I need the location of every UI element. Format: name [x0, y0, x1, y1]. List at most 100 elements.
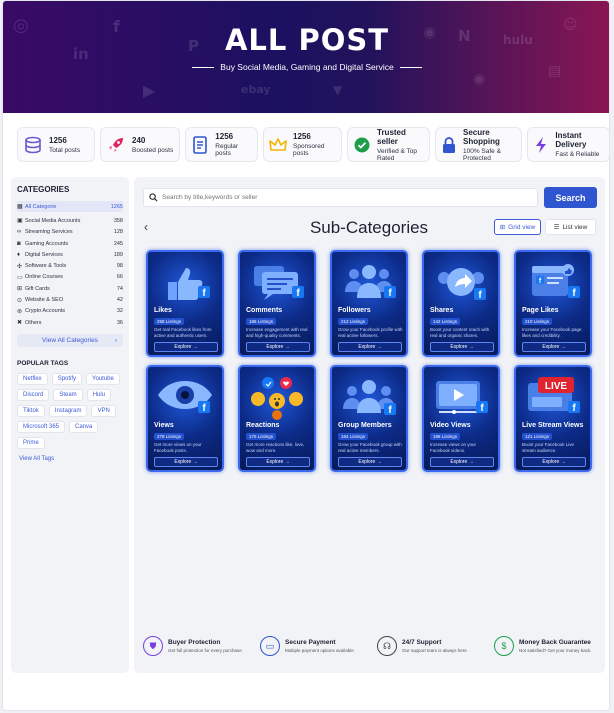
- reactions-icon: [251, 377, 303, 420]
- stat-sponsored-posts: 1256 Sponsored posts: [263, 127, 342, 162]
- users-icon: ▣: [17, 218, 23, 225]
- gamepad-icon: ◙: [17, 240, 21, 247]
- view-all-categories-button[interactable]: View All Categories ›: [17, 334, 123, 348]
- tag-microsoft-365[interactable]: Microsoft 365: [17, 421, 66, 434]
- category-item-software[interactable]: ✣ Software & Tools 98: [17, 260, 123, 271]
- feature-desc: Not satisfied? Get your money back.: [519, 648, 592, 653]
- category-count: 358: [113, 217, 123, 224]
- explore-button[interactable]: Explore →: [246, 342, 310, 352]
- ebay-bg-icon: ebay: [241, 83, 271, 96]
- page-frame: ◎ in f ▶ P ebay ◉ N hulu ☺ ▤ ◉ ▼ ALL POS…: [2, 0, 610, 711]
- tag-discord[interactable]: Discord: [17, 389, 50, 402]
- explore-button[interactable]: Explore →: [522, 342, 586, 352]
- sidebar: CATEGORIES ▦ All Categorie 1265 ▣ Social Me…: [11, 177, 129, 673]
- tag-netflex[interactable]: Netflex: [17, 373, 48, 386]
- view-all-label: View All Categories: [42, 337, 98, 345]
- explore-button[interactable]: Explore →: [430, 457, 494, 467]
- card-description: Boost your Facebook Live stream audience…: [522, 442, 575, 453]
- category-item-courses[interactable]: ▭ Online Courses 66: [17, 272, 123, 283]
- crown-icon: [269, 135, 287, 155]
- category-count: 32: [116, 308, 123, 315]
- subcategory-card-reactions[interactable]: Reactions 175 Listings Get more reaction…: [238, 365, 316, 472]
- category-item-gaming[interactable]: ◙ Gaming Accounts 245: [17, 238, 123, 249]
- tag-tiktok[interactable]: Tiktok: [17, 405, 45, 418]
- list-view-icon: ☰: [553, 224, 560, 231]
- search-button[interactable]: Search: [544, 187, 597, 208]
- coin-icon: ⊚: [17, 308, 23, 315]
- subcategory-card-live-stream-views[interactable]: LIVE f Live Stream Views 121 Listings Boo…: [514, 365, 592, 472]
- stat-regular-posts: 1256 Regular posts: [185, 127, 258, 162]
- category-item-all[interactable]: ▦ All Categorie 1265: [17, 201, 123, 213]
- search-input[interactable]: [162, 194, 522, 201]
- subcategory-card-shares[interactable]: f Shares 142 Listings Boost your content…: [422, 250, 500, 357]
- explore-button[interactable]: Explore →: [430, 342, 494, 352]
- stat-value: Secure Shopping: [463, 127, 500, 146]
- list-view-label: List view: [562, 223, 588, 231]
- category-item-crypto[interactable]: ⊚ Crypto Accounts 32: [17, 306, 123, 317]
- subcategory-card-likes[interactable]: f Likes 258 Listings Get real Facebook l…: [146, 250, 224, 357]
- explore-button[interactable]: Explore →: [338, 457, 402, 467]
- categories-heading: CATEGORIES: [17, 185, 70, 194]
- money-back-icon: $: [494, 636, 514, 656]
- subcategory-card-video-views[interactable]: f Video Views 198 Listings Increase view…: [422, 365, 500, 472]
- tag-vpn[interactable]: VPN: [91, 405, 116, 418]
- page-like-icon: ff: [532, 264, 580, 299]
- category-item-website-seo[interactable]: ⊙ Website & SEO 42: [17, 294, 123, 305]
- category-item-streaming[interactable]: ∞ Streaming Services 128: [17, 227, 123, 238]
- card-listings-badge: 258 Listings: [154, 318, 185, 325]
- card-listings-badge: 186 Listings: [246, 318, 277, 325]
- explore-button[interactable]: Explore →: [522, 457, 586, 467]
- view-all-tags-link[interactable]: View All Tags: [17, 456, 123, 462]
- explore-button[interactable]: Explore →: [338, 342, 402, 352]
- tag-youtube[interactable]: Youtube: [86, 373, 120, 386]
- card-title: Video Views: [430, 422, 471, 429]
- lock-icon: [441, 135, 457, 155]
- category-item-others[interactable]: ✖ Others 36: [17, 317, 123, 328]
- tag-prime[interactable]: Prime: [17, 437, 45, 450]
- grid-view-button[interactable]: ⊞ Grid view: [494, 219, 541, 235]
- explore-button[interactable]: Explore →: [154, 457, 218, 467]
- feature-title: Secure Payment: [285, 639, 336, 646]
- explore-button[interactable]: Explore →: [246, 457, 310, 467]
- card-title: Page Likes: [522, 307, 559, 314]
- page-title: ALL POST: [224, 23, 390, 57]
- feature-buyer-protection: ⛊ Buyer Protection Get full protection fo…: [143, 636, 251, 656]
- search-icon: [149, 189, 158, 207]
- card-description: Grow your Facebook profile with real act…: [338, 327, 403, 338]
- category-item-gift-cards[interactable]: ⊞ Gift Cards 74: [17, 283, 123, 294]
- popular-tags-heading: POPULAR TAGS: [17, 360, 69, 368]
- category-name: Online Courses: [25, 274, 63, 281]
- stat-trusted-seller: Trusted seller Verified & Top Rated: [347, 127, 430, 162]
- document-icon: [191, 135, 209, 155]
- chevron-right-icon: ›: [114, 337, 117, 345]
- explore-button[interactable]: Explore →: [154, 342, 218, 352]
- card-description: Increase engagement with real and high-q…: [246, 327, 308, 338]
- steam-bg-icon-2: ◉: [473, 71, 486, 87]
- tag-hulu[interactable]: Hulu: [86, 389, 112, 402]
- subcategory-card-comments[interactable]: f Comments 186 Listings Increase engagem…: [238, 250, 316, 357]
- feature-support: ☊ 24/7 Support Our support team is always…: [377, 636, 485, 656]
- feature-desc: Our support team is always here: [402, 648, 467, 653]
- tag-instagram[interactable]: Instagram: [48, 405, 88, 418]
- globe-icon: ⊙: [17, 297, 23, 304]
- subcategory-card-followers[interactable]: f Followers 212 Listings Grow your Faceb…: [330, 250, 408, 357]
- category-item-social-media[interactable]: ▣ Social Media Accounts 358: [17, 215, 123, 226]
- book-icon: ▭: [17, 274, 23, 281]
- card-description: Get more reactions like, love, wow and m…: [246, 442, 305, 453]
- list-view-button[interactable]: ☰ List view: [545, 219, 596, 235]
- subcategory-card-group-members[interactable]: f Group Members 164 Listings Grow your F…: [330, 365, 408, 472]
- card-listings-badge: 210 Listings: [522, 318, 553, 325]
- subcategory-card-page-likes[interactable]: ff Page Likes 210 Listings Increase your…: [514, 250, 592, 357]
- play-icon: ∞: [17, 229, 22, 236]
- subcategory-card-views[interactable]: f Views 278 Listings Get more views on y…: [146, 365, 224, 472]
- page-subtitle: Buy Social Media, Gaming and Digital Ser…: [3, 62, 609, 72]
- category-item-digital[interactable]: ♦ Digital Services 189: [17, 249, 123, 260]
- thumbs-up-icon: f: [168, 268, 210, 300]
- tag-steam[interactable]: Steam: [53, 389, 83, 402]
- tag-canva[interactable]: Canva: [69, 421, 99, 434]
- tag-list: Netflex Spotify Youtube Discord Steam Hu…: [17, 373, 123, 450]
- feature-title: Money Back Guarantee: [519, 639, 591, 646]
- stat-instant-delivery: Instant Delivery Fast & Reliable: [527, 127, 609, 162]
- youtube-bg-icon: ▶: [143, 81, 156, 100]
- tag-spotify[interactable]: Spotify: [51, 373, 83, 386]
